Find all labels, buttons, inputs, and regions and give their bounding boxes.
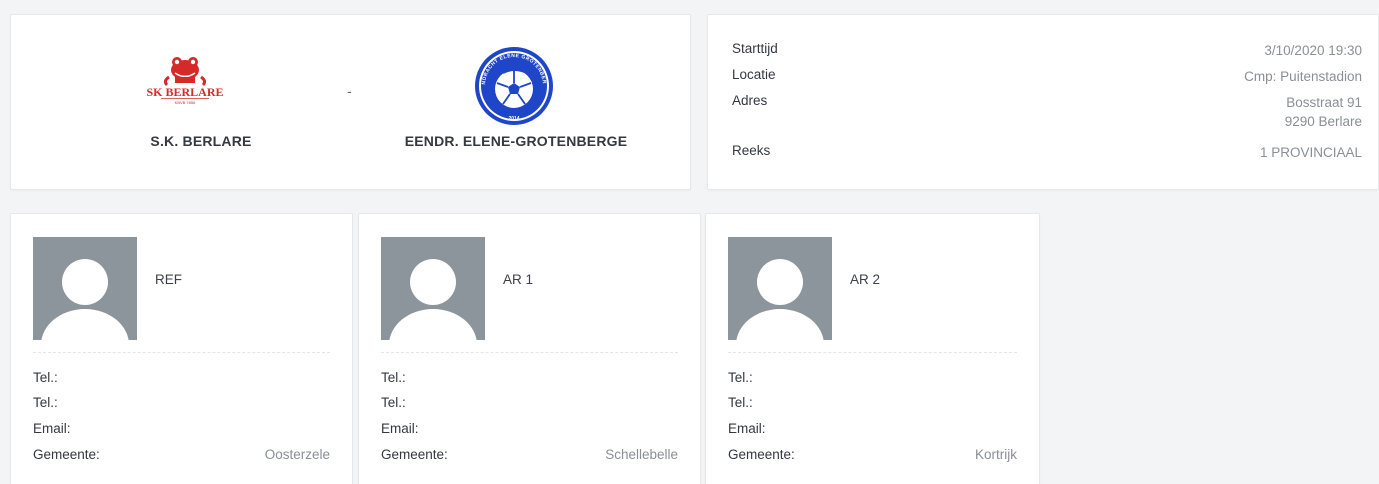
avatar xyxy=(728,237,832,340)
home-team-logo: SK BERLARE KBVB 7856 xyxy=(146,57,224,105)
location-label: Locatie xyxy=(732,67,776,82)
official-card-ar1: AR 1 Tel.: Tel.: Email: Gemeente: Schell… xyxy=(358,213,701,484)
official-card-ar2: AR 2 Tel.: Tel.: Email: Gemeente: Kortri… xyxy=(705,213,1040,484)
person-placeholder-icon xyxy=(41,259,129,340)
match-card: SK BERLARE KBVB 7856 S.K. BERLARE - EEND… xyxy=(10,14,691,190)
avatar xyxy=(33,237,137,340)
phone-label: Tel.: xyxy=(33,370,58,385)
address-line-1: Bosstraat 91 xyxy=(1286,95,1362,110)
home-team-name: S.K. BERLARE xyxy=(150,133,252,149)
divider xyxy=(381,352,678,353)
start-time-label: Starttijd xyxy=(732,41,778,56)
home-logo-text: SK BERLARE xyxy=(146,85,223,99)
person-placeholder-icon xyxy=(736,259,824,340)
municipality-label: Gemeente: xyxy=(728,447,795,462)
municipality-label: Gemeente: xyxy=(33,447,100,462)
phone-label: Tel.: xyxy=(728,370,753,385)
series-label: Reeks xyxy=(732,143,771,158)
phone-label: Tel.: xyxy=(381,370,406,385)
home-logo-subtext: KBVB 7856 xyxy=(175,100,196,105)
phone-label: Tel.: xyxy=(728,395,753,410)
start-time-value: 3/10/2020 19:30 xyxy=(1264,43,1362,58)
municipality-value: Kortrijk xyxy=(974,447,1017,462)
person-placeholder-icon xyxy=(389,259,477,340)
email-label: Email: xyxy=(728,421,766,436)
divider xyxy=(728,352,1017,353)
official-role: AR 2 xyxy=(850,272,881,287)
address-line-2: 9290 Berlare xyxy=(1284,114,1362,129)
match-info-card: Starttijd 3/10/2020 19:30 Locatie Cmp: P… xyxy=(707,14,1379,190)
avatar xyxy=(381,237,485,340)
away-team-logo: EENDRACHT ELENE GROTENBERGE 2014 xyxy=(473,45,553,125)
official-role: REF xyxy=(155,272,182,287)
away-team-name: EENDR. ELENE-GROTENBERGE xyxy=(404,133,628,149)
address-label: Adres xyxy=(732,93,768,108)
location-value: Cmp: Puitenstadion xyxy=(1244,69,1362,84)
municipality-value: Oosterzele xyxy=(264,447,330,462)
email-label: Email: xyxy=(33,421,71,436)
series-value: 1 PROVINCIAAL xyxy=(1259,145,1362,160)
email-label: Email: xyxy=(381,421,419,436)
divider xyxy=(33,352,330,353)
official-role: AR 1 xyxy=(503,272,534,287)
phone-label: Tel.: xyxy=(381,395,406,410)
phone-label: Tel.: xyxy=(33,395,58,410)
address-value: Bosstraat 91 9290 Berlare xyxy=(1285,93,1362,131)
frog-mascot-icon xyxy=(163,57,207,87)
football-icon xyxy=(495,69,533,108)
municipality-value: Schellebelle xyxy=(605,447,678,462)
official-card-ref: REF Tel.: Tel.: Email: Gemeente: Oosterz… xyxy=(10,213,353,484)
away-logo-year: 2014 xyxy=(508,116,519,122)
match-separator: - xyxy=(347,83,352,99)
municipality-label: Gemeente: xyxy=(381,447,448,462)
